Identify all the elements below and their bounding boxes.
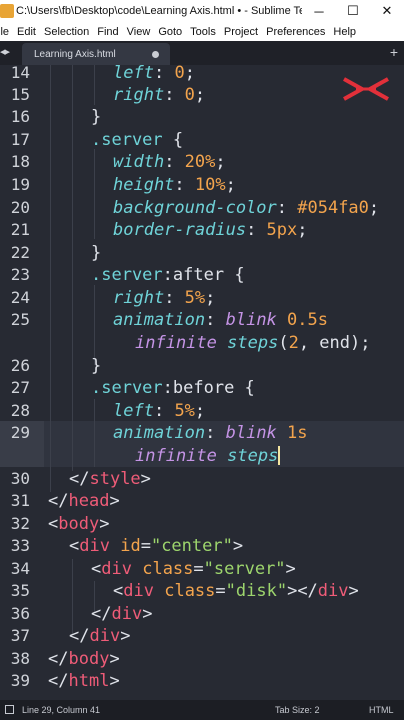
code-line-28: left: 5%; bbox=[113, 401, 206, 421]
tab-label: Learning Axis.html bbox=[34, 48, 116, 60]
line-number: 33 bbox=[10, 536, 30, 555]
line-number: 36 bbox=[10, 604, 30, 623]
line-number-gutter: 14 15 16 17 18 19 20 21 22 23 24 25 26 2… bbox=[0, 65, 44, 700]
window-title: C:\Users\fb\Desktop\code\Learning Axis.h… bbox=[16, 5, 302, 17]
code-line-36: </div> bbox=[91, 604, 153, 624]
code-line-25: animation: blink 0.5s bbox=[113, 310, 328, 330]
line-number: 15 bbox=[10, 85, 30, 104]
indent-guide bbox=[94, 399, 95, 467]
indent-guide bbox=[94, 149, 95, 239]
tab-bar: ◂▸ Learning Axis.html + bbox=[0, 41, 404, 65]
code-line-16: } bbox=[91, 107, 102, 127]
line-number: 31 bbox=[10, 491, 30, 510]
code-line-35: <div class="disk"></div> bbox=[113, 581, 359, 601]
code-line-38: </body> bbox=[48, 649, 120, 669]
line-number: 26 bbox=[10, 356, 30, 375]
code-line-30: </style> bbox=[69, 469, 151, 489]
code-line-29-wrap: infinite steps bbox=[135, 446, 281, 466]
status-bar: Line 29, Column 41 Tab Size: 2 HTML bbox=[0, 700, 404, 720]
line-number: 37 bbox=[10, 626, 30, 645]
menu-file[interactable]: ile bbox=[0, 26, 13, 38]
code-line-26: } bbox=[91, 356, 102, 376]
code-line-17: .server { bbox=[91, 130, 184, 150]
line-number: 17 bbox=[10, 130, 30, 149]
code-line-24: right: 5%; bbox=[113, 288, 216, 308]
indent-guide bbox=[72, 65, 73, 471]
line-number: 39 bbox=[10, 671, 30, 690]
cursor-position: Line 29, Column 41 bbox=[22, 705, 101, 715]
code-line-31: </head> bbox=[48, 491, 120, 511]
code-line-23: .server:after { bbox=[91, 265, 245, 285]
tab-learning-axis[interactable]: Learning Axis.html bbox=[22, 43, 170, 65]
code-line-34: <div class="server"> bbox=[91, 559, 296, 579]
code-line-19: height: 10%; bbox=[113, 175, 236, 195]
menu-bar: ile Edit Selection Find View Goto Tools … bbox=[0, 22, 404, 41]
code-line-33: <div id="center"> bbox=[69, 536, 244, 556]
line-number: 34 bbox=[10, 559, 30, 578]
code-line-27: .server:before { bbox=[91, 378, 255, 398]
line-number: 35 bbox=[10, 581, 30, 600]
menu-selection[interactable]: Selection bbox=[40, 26, 93, 38]
panel-toggle-icon[interactable] bbox=[5, 705, 14, 714]
menu-find[interactable]: Find bbox=[93, 26, 122, 38]
syntax-selector[interactable]: HTML bbox=[369, 705, 394, 715]
indent-guide bbox=[94, 285, 95, 365]
menu-edit[interactable]: Edit bbox=[13, 26, 40, 38]
text-caret bbox=[278, 446, 281, 465]
code-line-32: <body> bbox=[48, 514, 110, 534]
code-line-21: border-radius: 5px; bbox=[113, 220, 308, 240]
line-number: 25 bbox=[10, 310, 30, 329]
line-number: 28 bbox=[10, 401, 30, 420]
line-number: 22 bbox=[10, 243, 30, 262]
line-number: 24 bbox=[10, 288, 30, 307]
menu-project[interactable]: Project bbox=[220, 26, 262, 38]
line-number: 21 bbox=[10, 220, 30, 239]
title-bar: C:\Users\fb\Desktop\code\Learning Axis.h… bbox=[0, 0, 404, 22]
code-line-14: left: 0; bbox=[113, 65, 195, 83]
menu-preferences[interactable]: Preferences bbox=[262, 26, 329, 38]
line-number-current: 29 bbox=[10, 423, 30, 442]
line-number: 27 bbox=[10, 378, 30, 397]
code-line-39: </html> bbox=[48, 671, 120, 691]
close-icon[interactable]: ✕ bbox=[370, 0, 404, 22]
tab-scroll-arrows-icon[interactable]: ◂▸ bbox=[0, 45, 10, 58]
line-number: 30 bbox=[10, 469, 30, 488]
code-line-22: } bbox=[91, 243, 102, 263]
indent-guide bbox=[50, 65, 51, 492]
line-number: 32 bbox=[10, 514, 30, 533]
code-editor[interactable]: 14 15 16 17 18 19 20 21 22 23 24 25 26 2… bbox=[0, 65, 404, 700]
line-number: 18 bbox=[10, 152, 30, 171]
channel-logo-icon bbox=[343, 77, 389, 101]
menu-tools[interactable]: Tools bbox=[186, 26, 220, 38]
indent-guide bbox=[94, 65, 95, 105]
menu-goto[interactable]: Goto bbox=[154, 26, 186, 38]
unsaved-dot-icon[interactable] bbox=[152, 51, 159, 58]
minimize-icon[interactable]: ─ bbox=[302, 0, 336, 22]
line-number: 23 bbox=[10, 265, 30, 284]
line-number: 19 bbox=[10, 175, 30, 194]
line-number: 16 bbox=[10, 107, 30, 126]
maximize-icon[interactable]: ☐ bbox=[336, 0, 370, 22]
menu-view[interactable]: View bbox=[123, 26, 155, 38]
code-line-25-wrap: infinite steps(2, end); bbox=[135, 333, 371, 353]
code-line-15: right: 0; bbox=[113, 85, 206, 105]
code-line-20: background-color: #054fa0; bbox=[113, 198, 380, 218]
code-line-18: width: 20%; bbox=[113, 152, 226, 172]
line-number: 20 bbox=[10, 198, 30, 217]
new-tab-icon[interactable]: + bbox=[390, 44, 398, 60]
code-line-37: </div> bbox=[69, 626, 131, 646]
sublime-app-icon bbox=[0, 4, 14, 18]
line-number: 38 bbox=[10, 649, 30, 668]
menu-help[interactable]: Help bbox=[329, 26, 360, 38]
code-line-29: animation: blink 1s bbox=[113, 423, 308, 443]
tab-size-selector[interactable]: Tab Size: 2 bbox=[275, 705, 320, 715]
indent-guide bbox=[72, 559, 73, 635]
line-number: 14 bbox=[10, 65, 30, 82]
